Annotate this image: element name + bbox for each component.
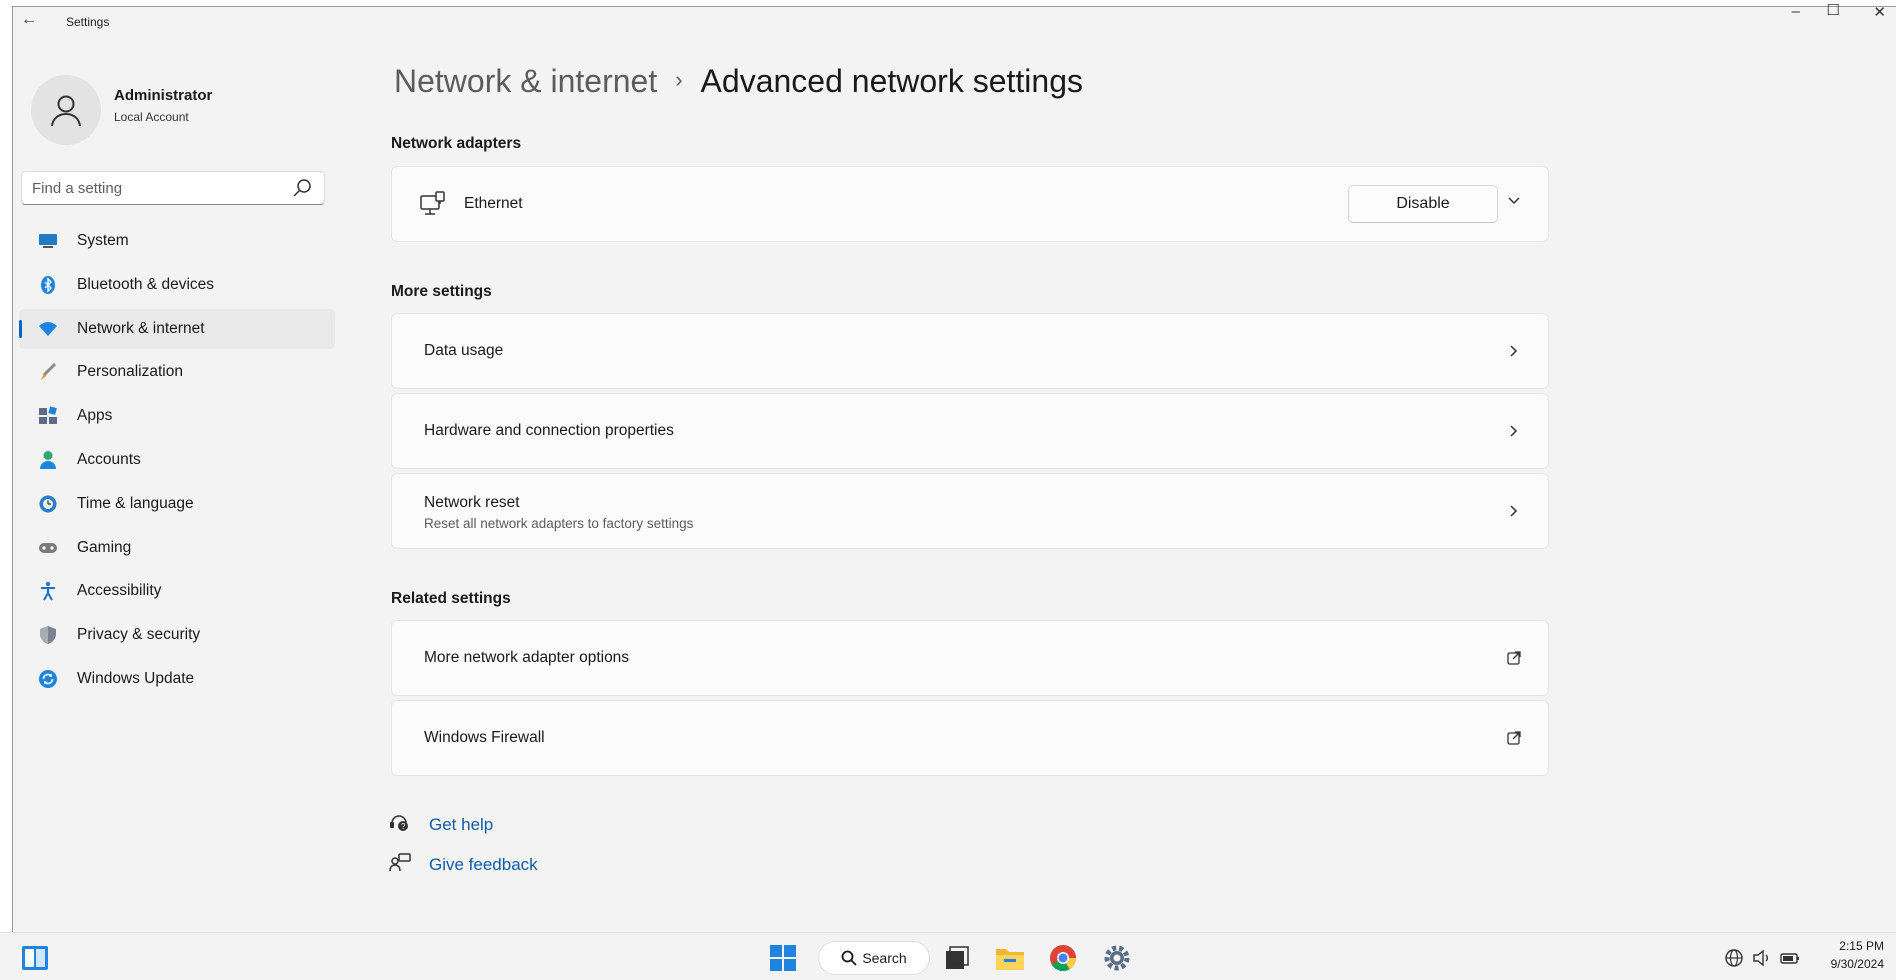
svg-text:?: ? xyxy=(401,822,406,831)
get-help-link[interactable]: Get help xyxy=(429,815,493,835)
avatar[interactable] xyxy=(31,75,101,145)
setting-subtitle: Reset all network adapters to factory se… xyxy=(424,516,694,531)
globe-clock-icon xyxy=(36,492,60,516)
app-title: Settings xyxy=(66,15,110,29)
sidebar-item-bluetooth-devices[interactable]: Bluetooth & devices xyxy=(19,265,335,305)
section-network-adapters: Network adapters xyxy=(391,135,522,152)
taskbar: Search 2:15 PM 9/30/2024 xyxy=(0,932,1896,980)
sidebar-item-label: Network & internet xyxy=(77,319,205,337)
adapter-name: Ethernet xyxy=(464,195,523,212)
shield-icon xyxy=(36,623,60,647)
section-related-settings: Related settings xyxy=(391,590,511,607)
section-more-settings: More settings xyxy=(391,283,492,300)
give-feedback-icon xyxy=(389,853,411,878)
back-arrow-icon[interactable]: ← xyxy=(21,11,37,29)
ethernet-adapter-card[interactable]: Ethernet Disable xyxy=(391,166,1549,242)
related-settings-item-windows-firewall[interactable]: Windows Firewall xyxy=(391,700,1549,776)
sidebar-item-accessibility[interactable]: Accessibility xyxy=(19,571,335,611)
setting-title: More network adapter options xyxy=(424,649,630,666)
maximize-button[interactable]: ☐ xyxy=(1827,1,1840,19)
search-box[interactable] xyxy=(21,171,325,205)
external-link-icon xyxy=(1506,730,1522,751)
sidebar-item-apps[interactable]: Apps xyxy=(19,396,335,436)
sidebar-item-windows-update[interactable]: Windows Update xyxy=(19,659,335,699)
system-clock[interactable]: 2:15 PM 9/30/2024 xyxy=(1831,937,1884,973)
sidebar-item-system[interactable]: System xyxy=(19,221,335,261)
wifi-icon xyxy=(36,317,60,341)
brush-icon xyxy=(36,360,60,384)
page-title: Advanced network settings xyxy=(700,63,1083,99)
taskbar-search-icon xyxy=(841,950,857,966)
sidebar-item-label: Bluetooth & devices xyxy=(77,275,215,293)
title-bar: ← Settings – ☐ ✕ xyxy=(13,2,1896,37)
clock-time: 2:15 PM xyxy=(1839,939,1884,953)
give-feedback-link[interactable]: Give feedback xyxy=(429,855,538,875)
sidebar-item-label: Time & language xyxy=(77,494,194,512)
sidebar: Administrator Local Account System Blueto… xyxy=(13,37,343,937)
sidebar-item-label: Windows Update xyxy=(77,669,195,687)
ethernet-icon xyxy=(420,191,446,224)
user-icon xyxy=(51,95,81,127)
setting-title: Windows Firewall xyxy=(424,729,545,746)
sidebar-item-label: Accessibility xyxy=(77,582,162,600)
update-icon xyxy=(36,667,60,691)
setting-title: Network reset xyxy=(424,494,520,511)
language-globe-icon[interactable] xyxy=(1722,941,1746,975)
clock-date: 9/30/2024 xyxy=(1830,957,1884,971)
widgets-icon[interactable] xyxy=(18,941,52,975)
chevron-down-icon[interactable] xyxy=(1506,193,1522,214)
chrome-icon[interactable] xyxy=(1046,941,1080,975)
search-icon[interactable] xyxy=(292,178,312,203)
taskbar-search-label: Search xyxy=(862,950,907,966)
more-settings-item-data-usage[interactable]: Data usage xyxy=(391,313,1549,389)
disable-button[interactable]: Disable xyxy=(1348,185,1498,223)
sidebar-item-label: Gaming xyxy=(77,538,132,556)
close-button[interactable]: ✕ xyxy=(1873,3,1886,21)
breadcrumb-parent[interactable]: Network & internet xyxy=(394,63,657,99)
setting-title: Data usage xyxy=(424,342,504,359)
sidebar-item-label: Personalization xyxy=(77,363,183,381)
search-input[interactable] xyxy=(32,180,272,197)
sidebar-item-gaming[interactable]: Gaming xyxy=(19,528,335,568)
sidebar-item-network-internet[interactable]: Network & internet xyxy=(19,308,335,349)
sidebar-item-label: Privacy & security xyxy=(77,626,201,644)
more-settings-item-network-reset[interactable]: Network reset Reset all network adapters … xyxy=(391,473,1549,549)
monitor-icon xyxy=(36,229,60,253)
breadcrumb: Network & internet › Advanced network sett… xyxy=(394,63,1083,100)
breadcrumb-separator-icon: › xyxy=(675,67,683,92)
sidebar-nav: System Bluetooth & devices Network & inter… xyxy=(19,221,335,703)
account-type: Local Account xyxy=(114,110,189,124)
start-button-icon[interactable] xyxy=(766,941,800,975)
setting-title: Hardware and connection properties xyxy=(424,422,674,439)
active-indicator xyxy=(19,319,22,338)
external-link-icon xyxy=(1506,650,1522,671)
chevron-right-icon xyxy=(1506,423,1522,444)
battery-icon[interactable] xyxy=(1778,941,1802,975)
sidebar-item-accounts[interactable]: Accounts xyxy=(19,440,335,480)
sidebar-item-time-language[interactable]: Time & language xyxy=(19,484,335,524)
sidebar-item-label: Apps xyxy=(77,407,113,425)
file-explorer-icon[interactable] xyxy=(993,941,1027,975)
user-name: Administrator xyxy=(114,87,213,104)
accessibility-icon xyxy=(36,579,60,603)
sidebar-item-label: System xyxy=(77,232,129,249)
settings-window: ← Settings – ☐ ✕ Administrator Local Acc… xyxy=(12,2,1896,980)
chevron-right-icon xyxy=(1506,503,1522,524)
more-settings-item-hardware-and-connection-properties[interactable]: Hardware and connection properties xyxy=(391,393,1549,469)
chevron-right-icon xyxy=(1506,343,1522,364)
taskbar-search[interactable]: Search xyxy=(818,941,930,975)
settings-gear-icon[interactable] xyxy=(1100,941,1134,975)
related-settings-item-more-network-adapter-options[interactable]: More network adapter options xyxy=(391,620,1549,696)
sidebar-item-personalization[interactable]: Personalization xyxy=(19,352,335,392)
sidebar-item-label: Accounts xyxy=(77,450,141,468)
apps-icon xyxy=(36,404,60,428)
sidebar-item-privacy-security[interactable]: Privacy & security xyxy=(19,615,335,655)
volume-icon[interactable] xyxy=(1750,941,1774,975)
get-help-icon: ? xyxy=(389,813,411,838)
task-view-icon[interactable] xyxy=(940,941,974,975)
minimize-button[interactable]: – xyxy=(1792,3,1800,20)
gamepad-icon xyxy=(36,536,60,560)
person-icon xyxy=(36,448,60,472)
bluetooth-icon xyxy=(36,273,60,297)
